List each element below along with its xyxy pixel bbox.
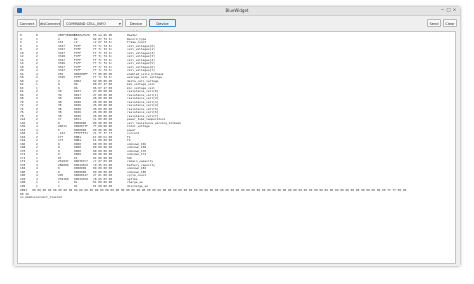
minimize-icon[interactable]: −: [440, 8, 445, 13]
status-message: on_bmsDisconnect_Cleared: [20, 195, 62, 199]
log-cell: 2E0F3E4B0B: [58, 33, 76, 37]
send-button[interactable]: Send: [427, 19, 441, 27]
close-icon[interactable]: ×: [452, 8, 457, 13]
disconnect-button[interactable]: disConnect: [39, 19, 61, 27]
maximize-icon[interactable]: □: [446, 8, 451, 13]
command-select-value: COMMAND CELL_INFO: [66, 22, 106, 26]
toolbar: Connect disConnect COMMAND CELL_INFO ▼ D…: [16, 19, 458, 34]
raw-hex-line: 2893 00 00 00 00 00 00 00 00 00 00 00 00…: [20, 188, 407, 192]
device-info-button[interactable]: Device Info: [125, 19, 147, 34]
chevron-down-icon: ▼: [118, 22, 121, 26]
connect-button[interactable]: Connect: [17, 19, 37, 27]
device-settings-button[interactable]: Device settings: [149, 19, 176, 34]
title-bar: BlueWidget − □ ×: [14, 7, 460, 16]
command-select[interactable]: COMMAND CELL_INFO ▼: [63, 19, 123, 27]
main-window: BlueWidget − □ × Connect disConnect COMM…: [14, 7, 460, 266]
window-title: BlueWidget: [225, 8, 249, 13]
log-output[interactable]: 0 8 2E0F3E4B0B 9B40afb39 55 aa 0b 00 Header 4 1…: [17, 31, 456, 264]
clear-button[interactable]: Clear: [443, 19, 457, 27]
